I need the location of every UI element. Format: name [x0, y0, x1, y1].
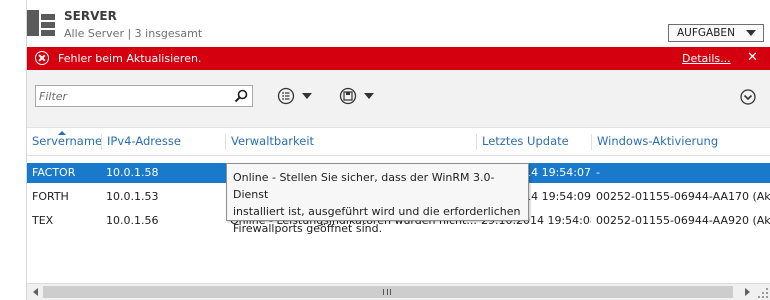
tasks-dropdown-button[interactable]: AUFGABEN	[668, 24, 764, 42]
cell-servername: FORTH	[32, 190, 69, 203]
page-title: SERVER	[64, 9, 117, 23]
error-message: Fehler beim Aktualisieren.	[58, 52, 202, 65]
left-navigation-strip	[0, 0, 27, 300]
close-icon[interactable]: ✕	[747, 50, 758, 65]
column-headers: Servername IPv4-Adresse Verwaltbarkeit L…	[27, 128, 770, 156]
list-view-icon	[277, 87, 295, 105]
horizontal-scrollbar[interactable]	[27, 283, 770, 300]
search-icon[interactable]	[234, 89, 248, 103]
sort-ascending-icon	[58, 131, 66, 135]
column-header-activation[interactable]: Windows-Aktivierung	[591, 134, 770, 150]
column-header-ipv4[interactable]: IPv4-Adresse	[101, 134, 224, 150]
chevron-down-icon	[746, 30, 756, 36]
filter-box[interactable]	[35, 85, 253, 107]
error-icon	[35, 51, 49, 65]
save-query-icon	[339, 87, 357, 105]
list-view-options-button[interactable]	[277, 87, 319, 105]
error-notification-bar: Fehler beim Aktualisieren. Details... ✕	[27, 47, 770, 70]
cell-servername: TEX	[32, 214, 54, 227]
tooltip-line: Firewallports geöffnet sind.	[233, 222, 383, 235]
page-subtitle: Alle Server | 3 insgesamt	[64, 27, 203, 40]
details-link[interactable]: Details...	[682, 52, 731, 65]
cell-servername: FACTOR	[32, 166, 76, 179]
manageability-tooltip: Online - Stellen Sie sicher, dass der Wi…	[226, 163, 529, 235]
column-header-last-update[interactable]: Letztes Update	[476, 134, 591, 150]
scroll-left-icon[interactable]	[33, 288, 38, 296]
chevron-down-icon	[364, 93, 374, 99]
cell-ipv4: 10.0.1.58	[106, 166, 159, 179]
server-icon	[27, 10, 55, 36]
chevron-down-icon	[302, 93, 312, 99]
cell-activation: 00252-01155-06944-AA920 (Akti	[596, 214, 770, 227]
save-query-button[interactable]	[339, 87, 381, 105]
resize-grip-icon[interactable]	[756, 286, 770, 300]
filter-input[interactable]	[39, 88, 229, 104]
tooltip-line: installiert ist, ausgeführt wird und die…	[233, 205, 521, 218]
column-header-manageability[interactable]: Verwaltbarkeit	[225, 134, 475, 150]
tasks-label: AUFGABEN	[677, 27, 735, 39]
cell-ipv4: 10.0.1.53	[106, 190, 159, 203]
server-manager-window: SERVER Alle Server | 3 insgesamt AUFGABE…	[0, 0, 770, 300]
column-header-servername[interactable]: Servername	[27, 131, 102, 150]
scrollbar-thumb[interactable]	[43, 286, 733, 298]
cell-activation: 00252-01155-06944-AA170 (Akti	[596, 190, 770, 203]
tooltip-line: Online - Stellen Sie sicher, dass der Wi…	[233, 171, 495, 201]
scroll-right-icon[interactable]	[745, 288, 750, 296]
grip-icon	[383, 289, 391, 295]
cell-activation: -	[596, 166, 600, 179]
cell-ipv4: 10.0.1.56	[106, 214, 159, 227]
filter-toolbar	[27, 70, 770, 128]
tile-header: SERVER Alle Server | 3 insgesamt AUFGABE…	[27, 0, 770, 44]
expand-icon[interactable]	[740, 89, 756, 105]
